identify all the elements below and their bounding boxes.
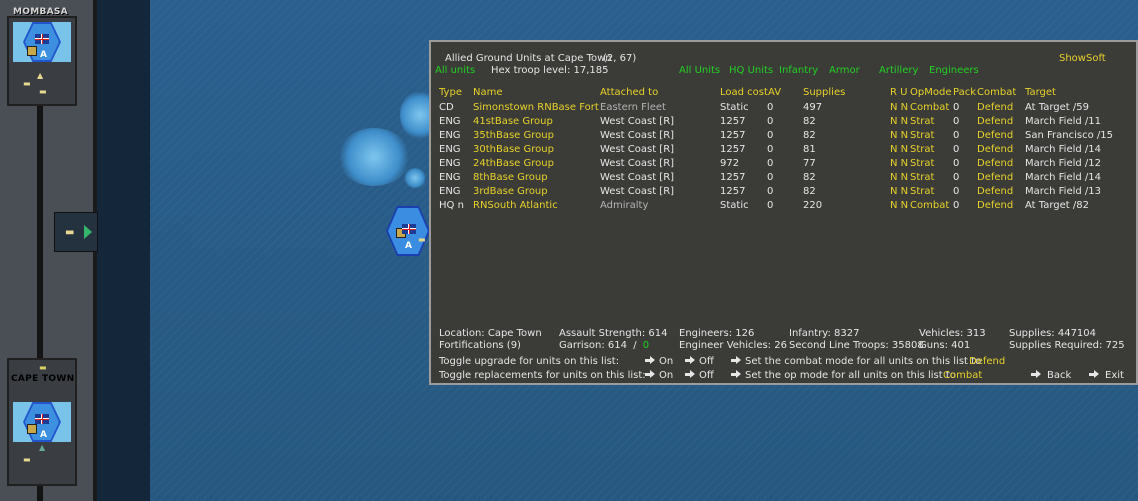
col-supplies[interactable]: Supplies bbox=[803, 87, 845, 99]
city-marker: A bbox=[40, 430, 47, 440]
arrow-right-icon bbox=[731, 356, 741, 365]
table-row[interactable]: ENG 30thBase Group West Coast [R] 1257 0… bbox=[439, 144, 1129, 158]
col-ru[interactable]: R U bbox=[890, 87, 907, 99]
arrow-right-icon bbox=[84, 225, 92, 239]
toggle-upgrade-label: Toggle upgrade for units on this list: bbox=[439, 356, 620, 367]
col-name[interactable]: Name bbox=[473, 87, 503, 99]
arrow-right-icon bbox=[645, 370, 655, 379]
arrow-right-icon bbox=[645, 356, 655, 365]
col-type[interactable]: Type bbox=[439, 87, 462, 99]
british-flag-icon bbox=[35, 414, 49, 424]
unit-name-link[interactable]: 30thBase Group bbox=[473, 144, 554, 156]
filter-hq-units[interactable]: HQ Units bbox=[729, 65, 773, 77]
summary-guns: Guns: 401 bbox=[919, 340, 971, 351]
all-units-link[interactable]: All units bbox=[435, 65, 475, 77]
arrow-right-icon bbox=[1089, 370, 1099, 379]
ship-icon: ▬ bbox=[65, 227, 75, 238]
exit-button[interactable]: Exit bbox=[1089, 370, 1124, 382]
hex-marker: A bbox=[405, 241, 412, 251]
replacements-on-button[interactable]: On bbox=[645, 370, 673, 382]
summary-engineer-vehicles: Engineer Vehicles: 26 bbox=[679, 340, 787, 351]
toggle-replacements-label: Toggle replacements for units on this li… bbox=[439, 370, 646, 381]
british-flag-icon bbox=[35, 34, 49, 44]
shallow-water bbox=[404, 168, 426, 188]
filter-infantry[interactable]: Infantry bbox=[779, 65, 818, 77]
filter-artillery[interactable]: Artillery bbox=[879, 65, 918, 77]
back-button[interactable]: Back bbox=[1031, 370, 1071, 382]
filter-armor[interactable]: Armor bbox=[829, 65, 860, 77]
ship-icon: ▲ bbox=[37, 71, 44, 80]
ship-icon: ▬ bbox=[39, 363, 47, 372]
table-row[interactable]: ENG 41stBase Group West Coast [R] 1257 0… bbox=[439, 116, 1129, 130]
shallow-water bbox=[338, 128, 410, 186]
summary-vehicles: Vehicles: 313 bbox=[919, 328, 986, 339]
unit-name-link[interactable]: 41stBase Group bbox=[473, 116, 553, 128]
unit-name-link[interactable]: 3rdBase Group bbox=[473, 186, 548, 198]
expand-tab[interactable]: ▬ bbox=[54, 212, 98, 252]
city-marker: A bbox=[40, 50, 47, 60]
col-load-cost[interactable]: Load cost bbox=[720, 87, 768, 99]
ship-icon: ▬ bbox=[418, 235, 426, 244]
summary-engineers: Engineers: 126 bbox=[679, 328, 755, 339]
dialog-title: Allied Ground Units at Cape Town bbox=[445, 53, 612, 64]
table-row[interactable]: ENG 24thBase Group West Coast [R] 972 0 … bbox=[439, 158, 1129, 172]
unit-box-icon bbox=[27, 424, 37, 434]
col-target[interactable]: Target bbox=[1025, 87, 1056, 99]
show-soft-button[interactable]: ShowSoft bbox=[1059, 53, 1106, 65]
unit-box-icon bbox=[27, 46, 37, 56]
unit-name-link[interactable]: 24thBase Group bbox=[473, 158, 554, 170]
set-op-mode-button[interactable]: Set the op mode for all units on this li… bbox=[731, 370, 956, 382]
table-header: Type Name Attached to Load cost AV Suppl… bbox=[439, 87, 1129, 101]
col-opmode[interactable]: OpMode bbox=[910, 87, 951, 99]
unit-name-link[interactable]: Simonstown RNBase Fort bbox=[473, 102, 599, 114]
upgrade-on-button[interactable]: On bbox=[645, 356, 673, 368]
unit-name-link[interactable]: 8thBase Group bbox=[473, 172, 548, 184]
summary-second-line: Second Line Troops: 35808 bbox=[789, 340, 924, 351]
table-row[interactable]: HQ n RNSouth Atlantic Admiralty Static 0… bbox=[439, 200, 1129, 214]
summary-fortifications: Fortifications (9) bbox=[439, 340, 521, 351]
ship-icon: ▬ bbox=[23, 79, 31, 88]
british-flag-icon bbox=[402, 224, 416, 234]
map-unit-hex[interactable]: ▬ A bbox=[386, 206, 430, 256]
arrow-right-icon bbox=[685, 370, 695, 379]
unit-name-link[interactable]: RNSouth Atlantic bbox=[473, 200, 558, 212]
ground-units-dialog: Allied Ground Units at Cape Town (2, 67)… bbox=[429, 40, 1138, 385]
city-card-mombasa[interactable]: A ▲ ▬ ▬ bbox=[7, 16, 77, 106]
table-row[interactable]: ENG 35thBase Group West Coast [R] 1257 0… bbox=[439, 130, 1129, 144]
hex-coords: (2, 67) bbox=[603, 53, 637, 64]
arrow-right-icon bbox=[1031, 370, 1041, 379]
city-card-cape-town[interactable]: CAPE TOWN ▬ A ▲ ▬ bbox=[7, 358, 77, 486]
summary-supplies: Supplies: 447104 bbox=[1009, 328, 1097, 339]
unit-name-link[interactable]: 35thBase Group bbox=[473, 130, 554, 142]
summary-assault-strength: Assault Strength: 614 bbox=[559, 328, 668, 339]
summary-infantry: Infantry: 8327 bbox=[789, 328, 860, 339]
set-combat-mode-button[interactable]: Set the combat mode for all units on thi… bbox=[731, 356, 981, 368]
col-attached[interactable]: Attached to bbox=[600, 87, 658, 99]
combat-mode-value[interactable]: Defend bbox=[969, 356, 1005, 368]
table-row[interactable]: CD Simonstown RNBase Fort Eastern Fleet … bbox=[439, 102, 1129, 116]
arrow-right-icon bbox=[731, 370, 741, 379]
filter-engineers[interactable]: Engineers bbox=[929, 65, 979, 77]
ship-icon: ▬ bbox=[23, 455, 31, 464]
hex-troop-level: Hex troop level: 17,185 bbox=[491, 65, 609, 76]
op-mode-value[interactable]: Combat bbox=[943, 370, 982, 382]
table-row[interactable]: ENG 8thBase Group West Coast [R] 1257 0 … bbox=[439, 172, 1129, 186]
summary-location: Location: Cape Town bbox=[439, 328, 542, 339]
city-sidebar: MOMBASA A ▲ ▬ ▬ ▬ CAPE TOWN ▬ A ▲ ▬ bbox=[0, 0, 150, 501]
ship-icon: ▲ bbox=[39, 443, 46, 452]
upgrade-off-button[interactable]: Off bbox=[685, 356, 714, 368]
filter-all-units[interactable]: All Units bbox=[679, 65, 720, 77]
replacements-off-button[interactable]: Off bbox=[685, 370, 714, 382]
summary-supplies-required: Supplies Required: 725 bbox=[1009, 340, 1125, 351]
col-combat[interactable]: Combat bbox=[977, 87, 1016, 99]
ship-icon: ▬ bbox=[39, 87, 47, 96]
table-row[interactable]: ENG 3rdBase Group West Coast [R] 1257 0 … bbox=[439, 186, 1129, 200]
city-name-cape-town: CAPE TOWN bbox=[11, 374, 75, 384]
col-av[interactable]: AV bbox=[768, 87, 781, 99]
arrow-right-icon bbox=[685, 356, 695, 365]
summary-garrison: Garrison: 614 / 0 bbox=[559, 340, 650, 351]
col-pack[interactable]: Pack bbox=[953, 87, 976, 99]
